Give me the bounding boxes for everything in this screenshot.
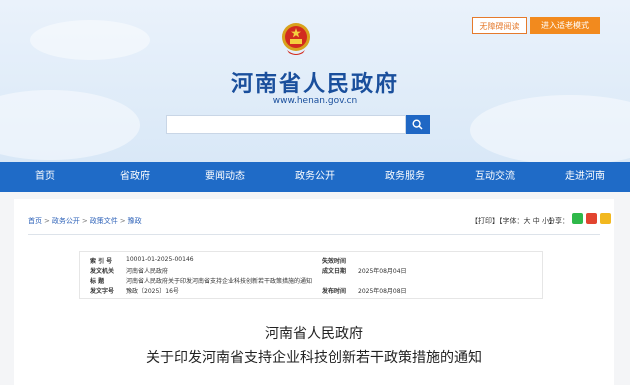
share-label: 分享： <box>548 217 569 225</box>
search-icon <box>412 119 423 130</box>
meta-label: 索 引 号 <box>90 258 113 265</box>
nav-item-provincial-government[interactable]: 省政府 <box>90 162 180 192</box>
site-header: 无障碍阅读 进入适老模式 河南省人民政府 www.henan.gov.cn <box>0 0 630 162</box>
nav-item-home[interactable]: 首页 <box>0 162 90 192</box>
meta-value: 10001-01-2025-00146 <box>126 256 194 263</box>
wechat-share-icon[interactable] <box>572 213 583 224</box>
font-size-label: 【字体： <box>499 217 524 225</box>
weibo-share-icon[interactable] <box>586 213 597 224</box>
meta-label: 标 题 <box>90 278 105 285</box>
breadcrumb-home[interactable]: 首页 <box>28 217 42 225</box>
national-emblem-icon <box>282 23 310 55</box>
site-url: www.henan.gov.cn <box>272 96 358 106</box>
article-tools: 【打印】【字体：大 中 小】 <box>471 216 556 226</box>
search-input[interactable] <box>166 115 406 134</box>
document-title: 关于印发河南省支持企业科技创新若干政策措施的通知 <box>146 350 482 366</box>
site-title: 河南省人民政府 <box>230 72 399 97</box>
nav-item-services[interactable]: 政务服务 <box>360 162 450 192</box>
meta-label: 发文字号 <box>90 288 115 295</box>
meta-row: 标 题 河南省人民政府关于印发河南省支持企业科技创新若干政策措施的通知 <box>80 276 542 285</box>
divider <box>28 234 600 235</box>
nav-item-news[interactable]: 要闻动态 <box>180 162 270 192</box>
meta-value: 豫政〔2025〕16号 <box>126 288 179 295</box>
document-issuer: 河南省人民政府 <box>265 326 363 342</box>
font-large-button[interactable]: 大 <box>524 217 531 225</box>
meta-label: 失效时间 <box>322 258 347 265</box>
main-nav: 首页 省政府 要闻动态 政务公开 政务服务 互动交流 走进河南 <box>0 162 630 192</box>
breadcrumb: 首页 > 政务公开 > 政策文件 > 豫政 <box>28 217 142 225</box>
breadcrumb-public[interactable]: 政务公开 <box>52 217 80 225</box>
elder-mode-button[interactable]: 进入适老模式 <box>530 17 600 34</box>
meta-row: 发文字号 豫政〔2025〕16号 发布时间 2025年08月08日 <box>80 286 542 295</box>
nav-item-interaction[interactable]: 互动交流 <box>450 162 540 192</box>
print-button[interactable]: 【打印】 <box>471 217 499 225</box>
document-metadata: 索 引 号 10001-01-2025-00146 失效时间 发文机关 河南省人… <box>79 251 543 299</box>
breadcrumb-files[interactable]: 政策文件 <box>90 217 118 225</box>
meta-label: 成文日期 <box>322 268 347 275</box>
article-panel: 首页 > 政务公开 > 政策文件 > 豫政 【打印】【字体：大 中 小】 分享： 索 引 号… <box>14 199 614 385</box>
search-button[interactable] <box>406 115 430 134</box>
meta-label: 发文机关 <box>90 268 115 275</box>
meta-value: 2025年08月08日 <box>358 288 407 295</box>
breadcrumb-section[interactable]: 豫政 <box>128 217 142 225</box>
accessibility-reading-button[interactable]: 无障碍阅读 <box>472 17 527 34</box>
meta-value: 河南省人民政府 <box>126 268 169 275</box>
font-medium-button[interactable]: 中 <box>533 217 540 225</box>
nav-item-government-affairs[interactable]: 政务公开 <box>270 162 360 192</box>
meta-row: 索 引 号 10001-01-2025-00146 失效时间 <box>80 256 542 265</box>
meta-row: 发文机关 河南省人民政府 成文日期 2025年08月04日 <box>80 266 542 275</box>
meta-label: 发布时间 <box>322 288 347 295</box>
meta-value: 2025年08月04日 <box>358 268 407 275</box>
meta-value: 河南省人民政府关于印发河南省支持企业科技创新若干政策措施的通知 <box>126 278 313 285</box>
header-decoration <box>30 20 150 60</box>
nav-item-about-henan[interactable]: 走进河南 <box>540 162 630 192</box>
qzone-share-icon[interactable] <box>600 213 611 224</box>
